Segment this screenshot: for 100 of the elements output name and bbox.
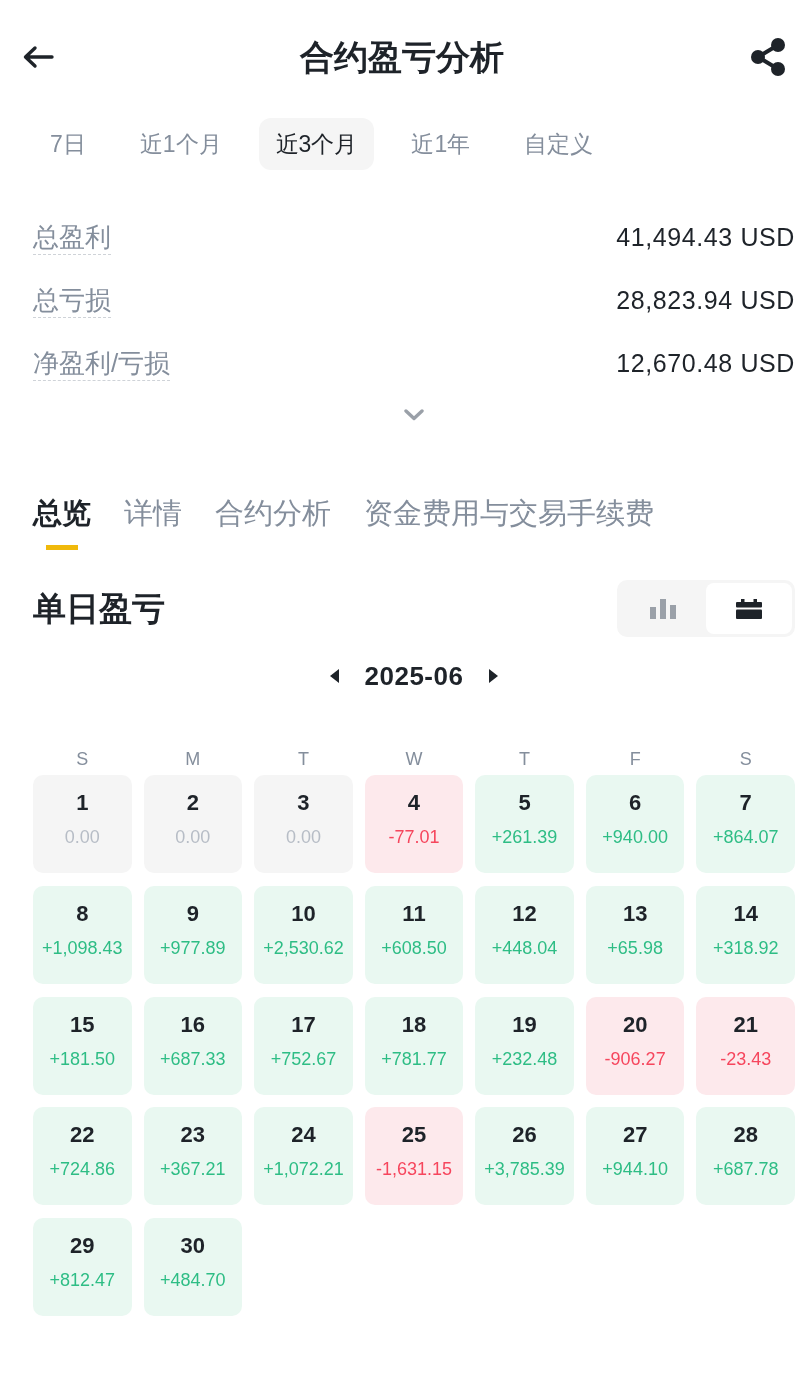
day-number: 6 — [629, 789, 642, 817]
day-cell[interactable]: 25 -1,631.15 — [364, 1107, 464, 1206]
day-cell[interactable]: 21 -23.43 — [696, 996, 795, 1095]
day-pnl: +781.77 — [381, 1047, 447, 1071]
day-cell[interactable]: 7 +864.07 — [696, 775, 795, 873]
day-number: 7 — [739, 789, 752, 817]
summary-label: 总亏损 — [33, 283, 111, 318]
day-pnl: 0.00 — [175, 826, 211, 849]
day-pnl: -23.43 — [720, 1047, 772, 1071]
day-cell[interactable]: 19 +232.48 — [475, 996, 574, 1095]
day-pnl: +2,530.62 — [263, 936, 344, 960]
day-pnl: +687.33 — [160, 1047, 226, 1071]
share-icon[interactable] — [750, 38, 786, 76]
day-cell[interactable]: 26 +3,785.39 — [475, 1107, 574, 1206]
day-cell[interactable]: 30 +484.70 — [143, 1218, 243, 1316]
day-cell[interactable]: 13 +65.98 — [585, 885, 685, 984]
weekday-label: S — [76, 748, 89, 771]
day-cell[interactable]: 1 0.00 — [33, 775, 132, 873]
day-cell[interactable]: 27 +944.10 — [585, 1107, 685, 1206]
day-pnl: +367.21 — [160, 1158, 226, 1182]
day-pnl: +608.50 — [381, 936, 447, 960]
day-pnl: +812.47 — [49, 1269, 116, 1292]
day-pnl: +181.50 — [49, 1047, 116, 1071]
day-cell[interactable]: 2 0.00 — [143, 775, 243, 873]
day-number: 26 — [512, 1121, 537, 1150]
summary-value: 12,670.48 USD — [616, 349, 795, 378]
day-cell[interactable]: 17 +752.67 — [254, 996, 353, 1095]
day-pnl: -1,631.15 — [375, 1158, 452, 1182]
day-pnl: 0.00 — [285, 826, 321, 849]
weekday-label: S — [739, 748, 752, 771]
day-cell[interactable]: 11 +608.50 — [364, 885, 464, 984]
day-number: 10 — [291, 899, 316, 928]
day-cell[interactable]: 22 +724.86 — [33, 1107, 132, 1206]
day-cell[interactable]: 9 +977.89 — [143, 885, 243, 984]
weekday-label: F — [629, 748, 641, 771]
calendar-icon — [736, 598, 762, 619]
day-cell[interactable]: 20 -906.27 — [585, 996, 685, 1095]
day-number: 13 — [622, 899, 648, 928]
day-number: 1 — [76, 789, 89, 817]
section-tab[interactable]: 总览 — [33, 493, 91, 550]
weekday-label: T — [297, 748, 309, 771]
day-cell[interactable]: 8 +1,098.43 — [33, 885, 132, 984]
day-cell[interactable]: 28 +687.78 — [696, 1107, 795, 1206]
day-pnl: +261.39 — [491, 826, 558, 849]
day-cell[interactable]: 5 +261.39 — [475, 775, 574, 873]
day-cell[interactable]: 23 +367.21 — [143, 1107, 243, 1206]
weekday-label: M — [185, 748, 201, 771]
day-number: 4 — [407, 789, 421, 817]
day-number: 29 — [70, 1232, 95, 1260]
day-number: 16 — [180, 1010, 206, 1039]
day-number: 30 — [180, 1232, 206, 1260]
day-cell[interactable]: 14 +318.92 — [696, 885, 795, 984]
day-number: 18 — [401, 1010, 427, 1039]
day-cell[interactable]: 3 0.00 — [254, 775, 353, 873]
day-number: 14 — [733, 899, 758, 928]
day-cell[interactable]: 16 +687.33 — [143, 996, 243, 1095]
day-cell[interactable]: 29 +812.47 — [33, 1218, 132, 1316]
day-pnl: +448.04 — [491, 936, 558, 960]
day-number: 28 — [733, 1121, 758, 1150]
day-number: 15 — [70, 1010, 95, 1039]
day-cell[interactable]: 6 +940.00 — [585, 775, 685, 873]
day-pnl: +944.10 — [602, 1158, 668, 1182]
day-pnl: +977.89 — [160, 936, 226, 960]
day-pnl: 0.00 — [64, 826, 100, 849]
period-tab[interactable]: 近3个月 — [258, 118, 375, 170]
day-number: 25 — [401, 1121, 427, 1150]
day-pnl: +1,098.43 — [42, 936, 123, 960]
page-title: 合约盈亏分析 — [300, 37, 504, 78]
day-pnl: +318.92 — [712, 936, 779, 960]
day-pnl: +232.48 — [491, 1047, 558, 1071]
day-number: 19 — [512, 1010, 537, 1039]
back-arrow-icon[interactable] — [22, 45, 54, 69]
day-cell[interactable]: 4 -77.01 — [364, 775, 464, 873]
day-number: 23 — [180, 1121, 206, 1150]
summary-label: 总盈利 — [33, 220, 111, 255]
day-cell[interactable]: 12 +448.04 — [475, 885, 574, 984]
weekday-label: T — [519, 748, 531, 771]
day-pnl: +1,072.21 — [263, 1158, 344, 1182]
view-toggle-segment[interactable] — [706, 583, 792, 634]
caret-right-icon[interactable] — [489, 669, 499, 683]
day-cell[interactable]: 24 +1,072.21 — [254, 1107, 353, 1206]
day-number: 20 — [622, 1010, 648, 1039]
day-pnl: +65.98 — [607, 936, 663, 960]
day-pnl: +484.70 — [160, 1269, 226, 1292]
day-number: 21 — [733, 1010, 758, 1039]
day-number: 24 — [291, 1121, 316, 1150]
day-cell[interactable]: 15 +181.50 — [33, 996, 132, 1095]
day-number: 8 — [76, 899, 89, 928]
day-number: 12 — [512, 899, 537, 928]
day-number: 11 — [402, 899, 426, 928]
day-pnl: +724.86 — [49, 1158, 116, 1182]
chevron-down-icon[interactable] — [404, 409, 424, 421]
caret-left-icon[interactable] — [329, 669, 339, 683]
day-pnl: -77.01 — [388, 826, 440, 849]
day-cell[interactable]: 10 +2,530.62 — [254, 885, 353, 984]
day-pnl: -906.27 — [604, 1047, 666, 1071]
day-number: 2 — [186, 789, 199, 817]
bar-chart-icon — [650, 598, 676, 619]
day-cell[interactable]: 18 +781.77 — [364, 996, 464, 1095]
day-pnl: +687.78 — [712, 1158, 779, 1182]
